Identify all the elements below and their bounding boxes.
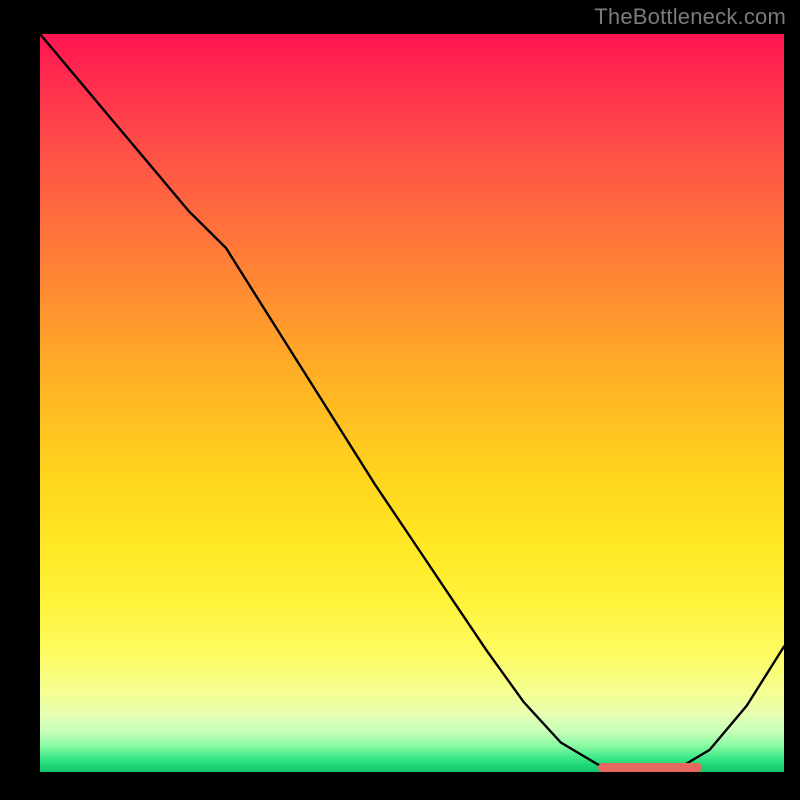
attribution-label: TheBottleneck.com	[594, 4, 786, 30]
plot-area	[40, 34, 784, 772]
bottleneck-curve	[40, 34, 784, 772]
chart-frame: TheBottleneck.com	[0, 0, 800, 800]
optimal-band-marker	[598, 763, 702, 772]
